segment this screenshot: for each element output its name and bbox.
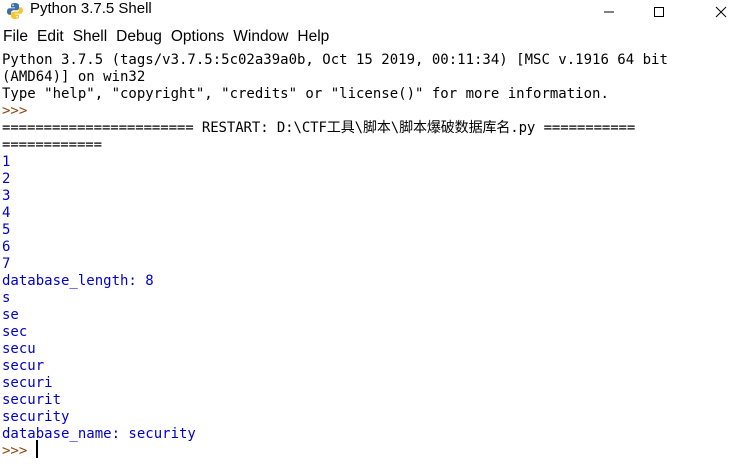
output-line: se xyxy=(2,307,19,323)
minimize-icon xyxy=(603,6,615,18)
shell-prompt: >>> xyxy=(2,443,36,459)
output-line: 4 xyxy=(2,205,11,221)
output-line: securit xyxy=(2,392,62,408)
title-bar[interactable]: Python 3.7.5 Shell xyxy=(0,0,744,24)
close-icon xyxy=(715,6,727,18)
restart-line: ======================= RESTART: D:\CTF工… xyxy=(2,120,636,136)
menu-window[interactable]: Window xyxy=(229,27,293,47)
output-line: 5 xyxy=(2,222,11,238)
menu-edit[interactable]: Edit xyxy=(33,27,69,47)
output-line: database_name: security xyxy=(2,426,196,442)
output-line: 1 xyxy=(2,154,11,170)
output-line: 2 xyxy=(2,171,11,187)
maximize-button[interactable] xyxy=(636,0,682,24)
shell-text-area[interactable]: Python 3.7.5 (tags/v3.7.5:5c02a39a0b, Oc… xyxy=(0,51,732,471)
menu-shell[interactable]: Shell xyxy=(69,27,112,47)
restart-line: ============ xyxy=(2,137,102,153)
window-title: Python 3.7.5 Shell xyxy=(30,0,152,17)
output-line: secur xyxy=(2,358,45,374)
idle-shell-window: Python 3.7.5 Shell File Edit Shell Debug… xyxy=(0,0,744,471)
vertical-scrollbar[interactable] xyxy=(732,48,744,471)
python-icon xyxy=(6,2,24,20)
banner-line: Python 3.7.5 (tags/v3.7.5:5c02a39a0b, Oc… xyxy=(2,52,668,68)
shell-prompt: >>> xyxy=(2,103,28,119)
output-line: 3 xyxy=(2,188,11,204)
minimize-button[interactable] xyxy=(586,0,632,24)
output-line: 7 xyxy=(2,256,11,272)
output-line: database_length: 8 xyxy=(2,273,154,289)
output-line: sec xyxy=(2,324,28,340)
banner-line: Type "help", "copyright", "credits" or "… xyxy=(2,86,609,102)
output-line: security xyxy=(2,409,70,425)
close-button[interactable] xyxy=(698,0,744,24)
text-cursor xyxy=(36,440,38,458)
menu-options[interactable]: Options xyxy=(167,27,229,47)
output-line: secu xyxy=(2,341,36,357)
output-line: securi xyxy=(2,375,53,391)
banner-line: (AMD64)] on win32 xyxy=(2,69,146,85)
maximize-icon xyxy=(653,6,665,18)
menu-bar: File Edit Shell Debug Options Window Hel… xyxy=(0,26,744,48)
menu-file[interactable]: File xyxy=(0,27,33,47)
output-line: s xyxy=(2,290,11,306)
output-line: 6 xyxy=(2,239,11,255)
menu-help[interactable]: Help xyxy=(293,27,334,47)
menu-debug[interactable]: Debug xyxy=(112,27,167,47)
